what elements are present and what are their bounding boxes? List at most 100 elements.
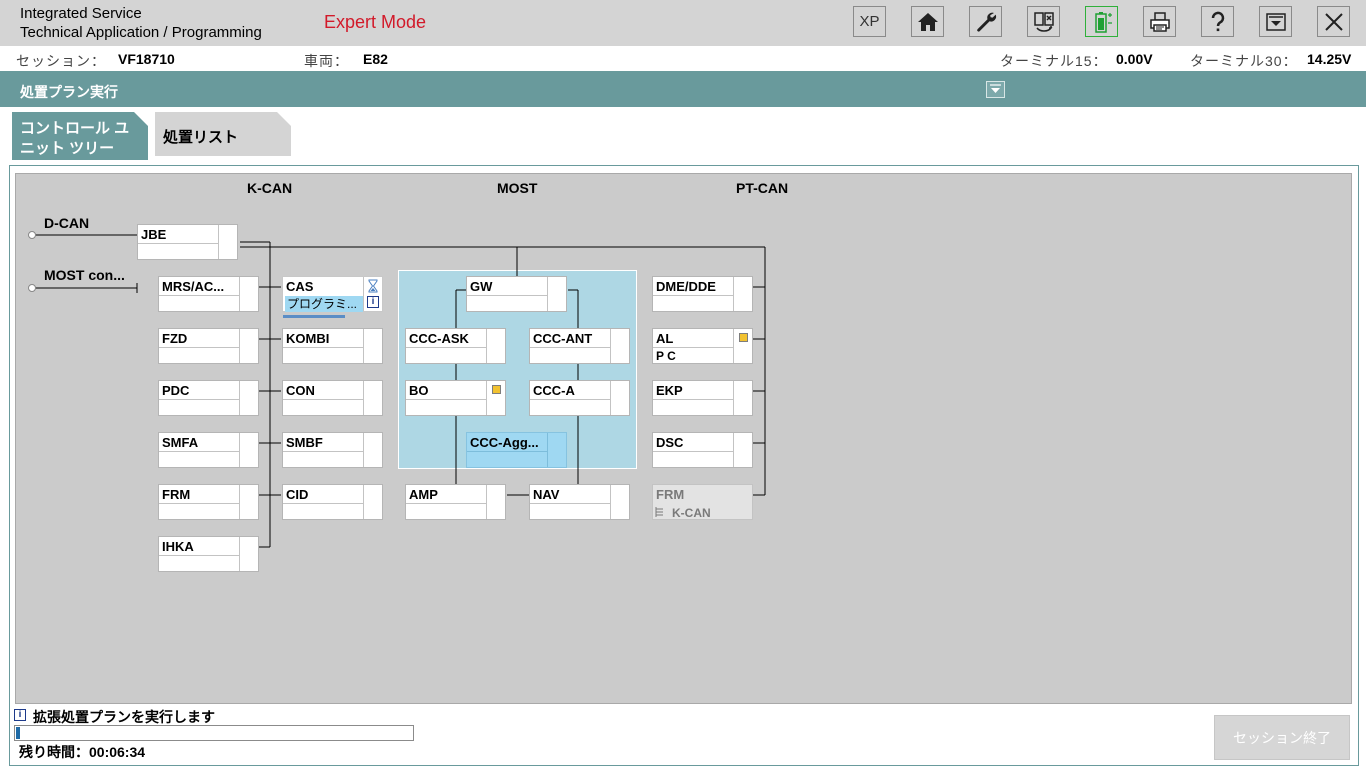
ecu-divider xyxy=(159,347,239,348)
ecu-pdc[interactable]: PDC xyxy=(158,380,259,416)
ecu-dsc[interactable]: DSC xyxy=(652,432,753,468)
most-connector-title: MOST con... xyxy=(44,267,125,283)
ecu-cid[interactable]: CID xyxy=(282,484,383,520)
info-icon: i xyxy=(14,709,26,721)
ecu-kombi[interactable]: KOMBI xyxy=(282,328,383,364)
tab-ecu-tree[interactable]: コントロール ユニット ツリー xyxy=(12,112,148,160)
ecu-divider xyxy=(159,399,239,400)
ecu-divider xyxy=(530,399,610,400)
ecu-divider xyxy=(239,537,240,571)
ecu-ekp[interactable]: EKP xyxy=(652,380,753,416)
ecu-divider xyxy=(159,503,239,504)
ecu-gw[interactable]: GW xyxy=(466,276,567,312)
ecu-divider xyxy=(239,277,240,311)
ecu-divider xyxy=(363,485,364,519)
ecu-divider xyxy=(486,329,487,363)
collapse-button[interactable] xyxy=(986,81,1005,98)
ecu-divider xyxy=(530,503,610,504)
status-message: 拡張処置プランを実行します xyxy=(33,709,215,725)
session-label: セッション： xyxy=(16,53,106,69)
ecu-dme-dde[interactable]: DME/DDE xyxy=(652,276,753,312)
ecu-jbe[interactable]: JBE xyxy=(137,224,238,260)
ecu-divider xyxy=(733,277,734,311)
ecu-bo[interactable]: BO xyxy=(405,380,506,416)
ecu-divider xyxy=(159,555,239,556)
hourglass-icon xyxy=(368,279,378,293)
ecu-name: CCC-A xyxy=(533,383,575,398)
info-icon[interactable]: i xyxy=(367,296,379,308)
ecu-name: FZD xyxy=(162,331,188,346)
end-session-button[interactable]: セッション終了 xyxy=(1214,715,1350,760)
ecu-ccc-agg[interactable]: CCC-Agg... xyxy=(466,432,567,468)
ecu-divider xyxy=(363,433,364,467)
ecu-smbf[interactable]: SMBF xyxy=(282,432,383,468)
ecu-divider xyxy=(486,485,487,519)
terminal15-value: 0.00V xyxy=(1116,51,1153,67)
help-button[interactable] xyxy=(1201,6,1234,37)
ecu-name: NAV xyxy=(533,487,560,502)
ecu-ihka[interactable]: IHKA xyxy=(158,536,259,572)
ecu-divider xyxy=(283,451,363,452)
ecu-divider xyxy=(283,347,363,348)
tab-action-list[interactable]: 処置リスト xyxy=(155,112,291,156)
ecu-ccc-ask[interactable]: CCC-ASK xyxy=(405,328,506,364)
ecu-al[interactable]: AL P C xyxy=(652,328,753,364)
ecu-divider xyxy=(218,225,219,259)
xp-button[interactable]: XP xyxy=(853,6,886,37)
ecu-divider xyxy=(363,329,364,363)
ecu-ccc-a[interactable]: CCC-A xyxy=(529,380,630,416)
ecu-al-subtitle: P C xyxy=(656,349,676,363)
ecu-name: CCC-ASK xyxy=(409,331,469,346)
ecu-frm-pt[interactable]: FRM K-CAN xyxy=(652,484,753,520)
ecu-mrs[interactable]: MRS/AC... xyxy=(158,276,259,312)
ecu-fzd[interactable]: FZD xyxy=(158,328,259,364)
ecu-con[interactable]: CON xyxy=(282,380,383,416)
service-tools-button[interactable] xyxy=(969,6,1002,37)
app-header: Integrated Service Technical Application… xyxy=(0,0,1366,46)
tree-branch-icon xyxy=(655,507,663,517)
ecu-divider xyxy=(530,347,610,348)
tab-action-list-label: 処置リスト xyxy=(163,129,239,146)
ecu-swap-icon xyxy=(1033,11,1054,32)
ecu-ccc-ant[interactable]: CCC-ANT xyxy=(529,328,630,364)
ecu-name: CID xyxy=(286,487,309,502)
battery-icon xyxy=(1094,11,1112,33)
progress-bar-fill xyxy=(16,727,20,739)
ecu-divider xyxy=(159,295,239,296)
ecu-name: GW xyxy=(470,279,493,294)
ecu-divider xyxy=(610,329,611,363)
home-button[interactable] xyxy=(911,6,944,37)
ecu-divider xyxy=(363,381,364,415)
section-title-bar: 処置プラン実行 xyxy=(0,71,1366,107)
ecu-divider xyxy=(138,243,218,244)
ecu-divider xyxy=(363,277,364,311)
ecu-cas[interactable]: CAS プログラミ... i xyxy=(282,276,383,318)
app-title-line2: Technical Application / Programming xyxy=(20,24,262,41)
end-session-label: セッション終了 xyxy=(1233,729,1331,746)
d-can-title: D-CAN xyxy=(44,215,90,231)
menu-dropdown-button[interactable] xyxy=(1259,6,1292,37)
ecu-name: FRM xyxy=(162,487,191,502)
ecu-amp[interactable]: AMP xyxy=(405,484,506,520)
ecu-name: SMFA xyxy=(162,435,199,450)
ecu-divider xyxy=(653,399,733,400)
most-title: MOST xyxy=(497,180,538,196)
ecu-divider xyxy=(283,399,363,400)
ecu-nav[interactable]: NAV xyxy=(529,484,630,520)
ecu-swap-button[interactable] xyxy=(1027,6,1060,37)
k-can-title: K-CAN xyxy=(247,180,293,196)
pt-can-title: PT-CAN xyxy=(736,180,789,196)
ecu-name: JBE xyxy=(141,227,167,242)
ecu-divider xyxy=(547,433,548,467)
session-bar: セッション： VF18710 車両： E82 ターミナル15： 0.00V ター… xyxy=(0,46,1366,71)
ecu-frm[interactable]: FRM xyxy=(158,484,259,520)
print-button[interactable] xyxy=(1143,6,1176,37)
warning-status-icon xyxy=(739,333,748,342)
ecu-name: AL xyxy=(656,331,674,346)
ecu-name: DME/DDE xyxy=(656,279,716,294)
ecu-smfa[interactable]: SMFA xyxy=(158,432,259,468)
battery-button[interactable] xyxy=(1085,6,1118,37)
ecu-name: MRS/AC... xyxy=(162,279,225,294)
close-button[interactable] xyxy=(1317,6,1350,37)
ecu-name: PDC xyxy=(162,383,190,398)
